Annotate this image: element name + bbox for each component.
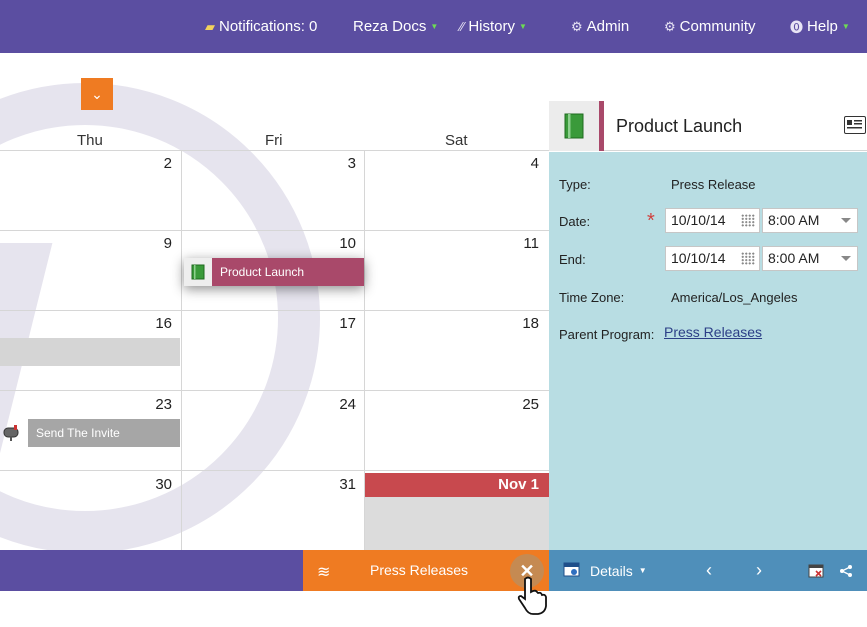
type-label: Type: [559, 177, 591, 192]
day-number[interactable]: 23 [155, 396, 172, 413]
help-icon: ⓿ [790, 20, 804, 35]
chevron-down-icon: ▼ [841, 22, 850, 31]
calendar-icon[interactable] [741, 252, 755, 265]
remove-from-calendar-button[interactable] [808, 550, 824, 591]
nav-help[interactable]: ⓿ Help ▼ [790, 0, 850, 53]
gears-icon: ⚙ [664, 18, 676, 34]
book-icon [549, 101, 599, 151]
chevron-down-icon: ▼ [638, 566, 647, 575]
day-number[interactable]: 18 [522, 315, 539, 332]
details-menu[interactable]: Details ▼ [563, 550, 647, 591]
day-number[interactable]: 16 [155, 315, 172, 332]
date-input[interactable]: 10/10/14 [665, 208, 760, 233]
day-number[interactable]: 25 [522, 396, 539, 413]
end-label: End: [559, 252, 586, 267]
gear-icon: ⚙ [571, 18, 583, 34]
day-cell-highlight [365, 497, 549, 550]
calendar-remove-icon [808, 564, 824, 578]
grid-line [0, 470, 549, 471]
document-icon[interactable] [844, 116, 866, 134]
nav-community[interactable]: ⚙ Community [664, 0, 756, 53]
end-date-input[interactable]: 10/10/14 [665, 246, 760, 271]
day-number[interactable]: 2 [164, 155, 172, 172]
chevron-down-icon: ▼ [430, 22, 439, 31]
nav-history-label: History [468, 18, 516, 35]
date-time-value: 8:00 AM [768, 212, 820, 228]
nav-notifications[interactable]: ▰ Notifications: 0 [205, 0, 317, 53]
footprints-icon: ⁄⁄ [460, 19, 465, 34]
details-label: Details [590, 562, 633, 579]
timezone-value: America/Los_Angeles [671, 290, 798, 305]
nav-help-label: Help [807, 18, 838, 35]
panel-title: Product Launch [616, 116, 743, 136]
end-date-value: 10/10/14 [671, 250, 726, 266]
nav-notifications-label: Notifications: 0 [219, 18, 318, 35]
share-icon [840, 564, 852, 577]
date-time-select[interactable]: 8:00 AM [762, 208, 858, 233]
share-button[interactable] [839, 550, 853, 591]
nav-history[interactable]: ⁄⁄ History ▼ [460, 0, 527, 53]
grid-line [0, 150, 549, 151]
chevron-left-icon: ‹ [706, 560, 712, 580]
timezone-label: Time Zone: [559, 290, 625, 305]
nav-docs[interactable]: Reza Docs ▼ [353, 0, 438, 53]
hand-cursor-icon [517, 576, 547, 615]
parent-program-link[interactable]: Press Releases [664, 324, 762, 340]
event-send-the-invite[interactable]: Send The Invite [28, 419, 180, 447]
type-value: Press Release [671, 177, 756, 192]
previous-button[interactable]: ‹ [706, 550, 712, 591]
calendar-dropdown-button[interactable]: ⌄ [81, 78, 113, 110]
weekday-header: Sat [445, 132, 468, 149]
chevron-right-icon: › [756, 560, 762, 580]
event-product-launch[interactable]: Product Launch [184, 258, 364, 286]
day-number[interactable]: 10 [339, 235, 356, 252]
parent-program-label: Parent Program: [559, 327, 655, 342]
chevron-down-icon: ▼ [519, 22, 527, 31]
day-number[interactable]: 9 [164, 235, 172, 252]
weekday-header: Thu [77, 132, 103, 149]
notification-icon: ▰ [205, 18, 215, 34]
chevron-down-icon [841, 256, 851, 261]
layers-icon: ≋ [317, 564, 331, 581]
day-number[interactable]: 3 [348, 155, 356, 172]
event-bar[interactable] [0, 338, 180, 366]
day-number[interactable]: 4 [531, 155, 539, 172]
press-releases-tab[interactable]: ≋ Press Releases ✕ [303, 550, 549, 591]
nav-admin-label: Admin [586, 18, 630, 35]
chevron-down-icon [841, 218, 851, 223]
date-label: Date: [559, 214, 591, 229]
next-button[interactable]: › [756, 550, 762, 591]
grid-line [0, 390, 549, 391]
book-icon [184, 258, 212, 286]
date-input-value: 10/10/14 [671, 212, 726, 228]
day-number[interactable]: 17 [339, 315, 356, 332]
nav-admin[interactable]: ⚙ Admin [571, 0, 629, 53]
press-releases-tab-label: Press Releases [370, 562, 469, 578]
calendar-view: ⌄ Thu Fri Sat 2 3 4 9 10 11 16 17 18 23 … [0, 53, 549, 550]
chevron-down-icon: ⌄ [91, 85, 103, 102]
day-number[interactable]: 24 [339, 396, 356, 413]
end-time-select[interactable]: 8:00 AM [762, 246, 858, 271]
event-label: Product Launch [220, 265, 305, 279]
grid-line [0, 310, 549, 311]
day-number[interactable]: 31 [339, 476, 356, 493]
nav-community-label: Community [679, 18, 756, 35]
calendar-details-icon [563, 561, 580, 580]
end-time-value: 8:00 AM [768, 250, 820, 266]
weekday-header: Fri [265, 132, 283, 149]
grid-line [0, 230, 549, 231]
grid-line [181, 150, 182, 550]
nav-docs-label: Reza Docs [353, 18, 427, 35]
mailbox-icon [2, 423, 22, 443]
required-asterisk: * [647, 210, 655, 232]
day-number[interactable]: 11 [523, 235, 539, 252]
calendar-icon[interactable] [741, 214, 755, 227]
day-number[interactable]: 30 [155, 476, 172, 493]
event-label: Send The Invite [36, 426, 120, 440]
today-highlight[interactable]: Nov 1 [365, 473, 549, 497]
panel-accent-bar [599, 101, 604, 151]
